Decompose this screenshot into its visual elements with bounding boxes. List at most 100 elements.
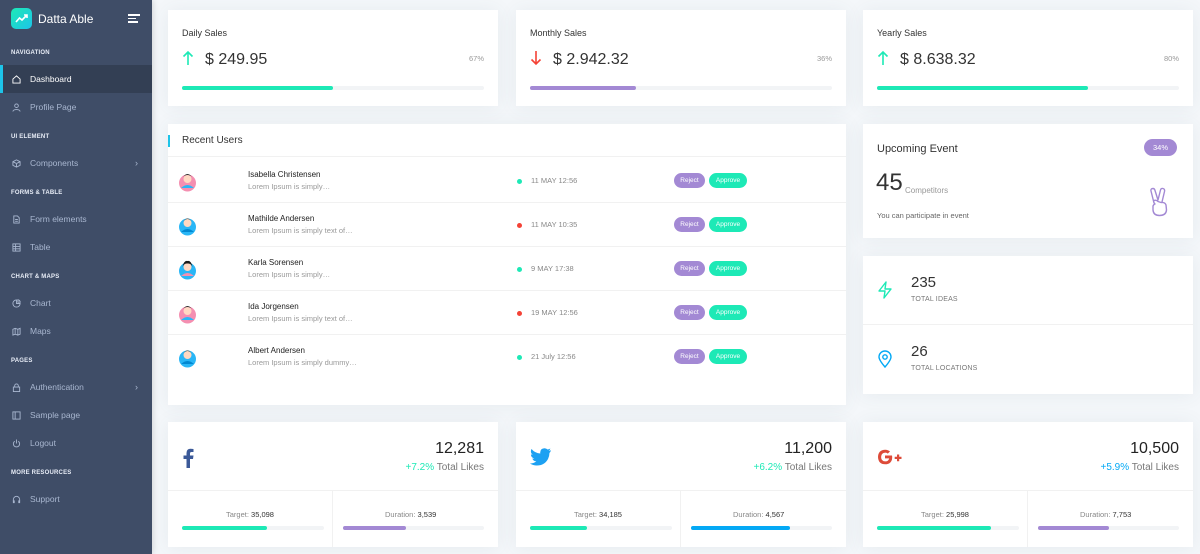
approve-button[interactable]: Approve	[709, 173, 747, 188]
user-icon	[12, 102, 21, 112]
duration-label: Duration: 7,753	[1080, 510, 1131, 519]
sidebar-item-support[interactable]: Support	[0, 485, 152, 513]
nav-caption-more-resources: MORE RESOURCES	[11, 470, 72, 476]
user-date: 9 MAY 17:38	[531, 264, 574, 273]
social-summary: 10,500 +5.9% Total Likes	[863, 422, 1193, 491]
sidebar-item-authentication[interactable]: Authentication ›	[0, 373, 152, 401]
user-row: Isabella Christensen Lorem Ipsum is simp…	[168, 159, 846, 203]
sidebar-item-form-elements[interactable]: Form elements	[0, 205, 152, 233]
duration-label-text: Duration:	[733, 510, 764, 519]
home-icon	[12, 74, 21, 84]
sidebar-item-label: Chart	[30, 298, 51, 308]
table-icon	[12, 242, 21, 252]
social-value: 12,281	[435, 440, 484, 457]
approve-button[interactable]: Approve	[709, 305, 747, 320]
social-likes-label: Total Likes	[784, 462, 832, 473]
duration-value: 4,567	[765, 510, 785, 519]
social-likes: +7.2% Total Likes	[406, 462, 485, 473]
sales-percent: 67%	[468, 54, 484, 63]
status-dot	[517, 311, 522, 316]
reject-button[interactable]: Reject	[674, 217, 705, 232]
target-label: Target: 35,098	[226, 510, 274, 519]
approve-button[interactable]: Approve	[709, 261, 747, 276]
social-metrics: Target: 25,998 Duration: 7,753	[863, 491, 1193, 547]
approve-button[interactable]: Approve	[709, 349, 747, 364]
target-value: 25,998	[946, 510, 969, 519]
facebook-card: 12,281 +7.2% Total Likes Target: 35,098 …	[168, 422, 498, 547]
sidebar-item-chart[interactable]: Chart	[0, 289, 152, 317]
progress-bar	[530, 86, 832, 90]
victory-hand-icon	[1150, 187, 1168, 217]
user-description: Lorem Ipsum is simply…	[248, 270, 331, 279]
zap-icon	[878, 281, 892, 299]
progress-fill	[691, 526, 790, 530]
user-description: Lorem Ipsum is simply dummy…	[248, 358, 357, 367]
sidebar-icon	[12, 410, 21, 420]
social-percent: +5.9%	[1100, 462, 1130, 473]
user-row: Karla Sorensen Lorem Ipsum is simply… 9 …	[168, 247, 846, 291]
sales-value: $ 8.638.32	[900, 51, 976, 68]
box-icon	[12, 158, 21, 168]
stat-row-ideas: 235 TOTAL IDEAS	[863, 256, 1193, 325]
event-badge: 34%	[1144, 139, 1177, 156]
user-date: 11 MAY 12:56	[531, 176, 578, 185]
progress-fill	[182, 526, 268, 530]
nav-caption-chart-maps: CHART & MAPS	[11, 274, 60, 280]
map-pin-icon	[878, 350, 892, 368]
reject-button[interactable]: Reject	[674, 173, 705, 188]
approve-button[interactable]: Approve	[709, 217, 747, 232]
sidebar-item-logout[interactable]: Logout	[0, 429, 152, 457]
map-icon	[12, 327, 21, 336]
social-likes: +5.9% Total Likes	[1101, 462, 1180, 473]
nav-caption-pages: PAGES	[11, 358, 33, 364]
facebook-icon	[183, 448, 194, 468]
nav-caption-navigation: NAVIGATION	[11, 50, 50, 56]
sidebar-item-label: Dashboard	[30, 74, 72, 84]
google-plus-icon	[878, 449, 902, 465]
recent-users-title: Recent Users	[168, 124, 846, 157]
upcoming-event-card: Upcoming Event 34% 45 Competitors You ca…	[863, 124, 1193, 238]
social-percent: +7.2%	[405, 462, 435, 473]
sidebar-item-label: Support	[30, 494, 60, 504]
avatar	[179, 306, 196, 324]
social-value: 11,200	[784, 440, 832, 457]
duration-label-text: Duration:	[1080, 510, 1111, 519]
target-metric: Target: 35,098	[168, 491, 333, 547]
sales-value: $ 249.95	[205, 51, 268, 68]
sidebar: Datta Able NAVIGATION Dashboard Profile …	[0, 0, 152, 554]
user-row: Mathilde Andersen Lorem Ipsum is simply …	[168, 203, 846, 247]
reject-button[interactable]: Reject	[674, 261, 705, 276]
pie-chart-icon	[12, 298, 21, 308]
duration-value: 7,753	[1112, 510, 1132, 519]
user-description: Lorem Ipsum is simply…	[248, 182, 331, 191]
duration-progress	[343, 526, 484, 530]
target-progress	[182, 526, 324, 530]
reject-button[interactable]: Reject	[674, 305, 705, 320]
monthly-sales-card: Monthly Sales $ 2.942.32 36%	[516, 10, 846, 106]
sales-percent: 80%	[1163, 54, 1179, 63]
sidebar-item-table[interactable]: Table	[0, 233, 152, 261]
duration-label: Duration: 4,567	[733, 510, 784, 519]
nav-caption-ui-element: UI ELEMENT	[11, 134, 50, 140]
sidebar-item-label: Table	[30, 242, 51, 252]
daily-sales-card: Daily Sales $ 249.95 67%	[168, 10, 498, 106]
target-progress	[530, 526, 672, 530]
social-likes-label: Total Likes	[1131, 462, 1179, 473]
sidebar-item-components[interactable]: Components ›	[0, 149, 152, 177]
sidebar-item-maps[interactable]: Maps	[0, 317, 152, 345]
duration-progress	[1038, 526, 1179, 530]
card-title: Yearly Sales	[877, 28, 927, 38]
twitter-card: 11,200 +6.2% Total Likes Target: 34,185 …	[516, 422, 846, 547]
menu-toggle-icon[interactable]	[128, 14, 140, 23]
social-metrics: Target: 34,185 Duration: 4,567	[516, 491, 846, 547]
progress-bar	[182, 86, 484, 90]
user-date: 21 July 12:56	[531, 352, 576, 361]
sidebar-item-sample-page[interactable]: Sample page	[0, 401, 152, 429]
progress-bar	[877, 86, 1179, 90]
sidebar-item-dashboard[interactable]: Dashboard	[0, 65, 152, 93]
avatar	[179, 260, 196, 280]
arrow-up-icon	[877, 50, 889, 65]
sidebar-item-profile-page[interactable]: Profile Page	[0, 93, 152, 121]
reject-button[interactable]: Reject	[674, 349, 705, 364]
yearly-sales-card: Yearly Sales $ 8.638.32 80%	[863, 10, 1193, 106]
